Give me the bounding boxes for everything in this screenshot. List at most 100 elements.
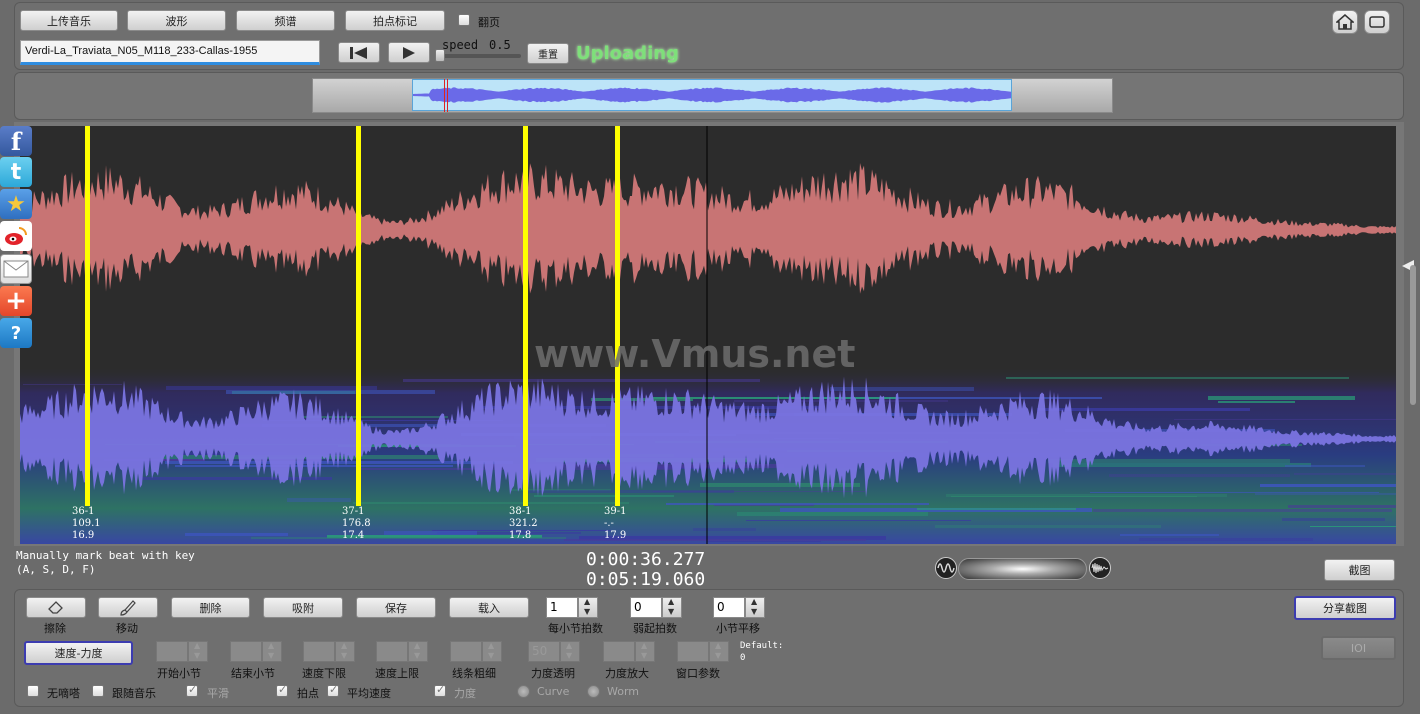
speed-max-stepper[interactable]	[376, 641, 428, 662]
share-screenshot-button[interactable]: 分享截图	[1294, 596, 1396, 620]
skip-back-button[interactable]	[338, 42, 380, 63]
line-width-label: 线条粗细	[452, 667, 496, 680]
mail-button[interactable]	[0, 254, 32, 284]
skip-back-icon	[350, 46, 367, 59]
beat-label-time: 17.9	[604, 530, 627, 541]
zoom-slider[interactable]	[958, 558, 1087, 580]
speed-max-value[interactable]	[376, 641, 408, 662]
speed-max-arrows[interactable]	[408, 641, 428, 662]
beat-label-bar: 36-1	[72, 506, 95, 517]
main-display[interactable]: www.Vmus.net 36-1 109.1 16.9 37-1 176.8 …	[20, 126, 1396, 544]
start-bar-value[interactable]	[156, 641, 188, 662]
smooth-checkbox[interactable]	[186, 683, 198, 697]
speed-dynamics-button[interactable]: 速度-力度	[24, 641, 133, 665]
speed-min-stepper[interactable]	[303, 641, 355, 662]
end-bar-value[interactable]	[230, 641, 262, 662]
bar-offset-value[interactable]: 0	[713, 597, 745, 618]
beat-line[interactable]	[356, 126, 361, 506]
beat-line[interactable]	[85, 126, 90, 506]
spectrogram-streak	[666, 503, 929, 505]
pickup-value[interactable]: 0	[630, 597, 662, 618]
beats-per-bar-label: 每小节拍数	[548, 622, 603, 635]
window-param-arrows[interactable]	[709, 641, 729, 662]
spectrogram-streak	[287, 498, 351, 502]
weibo-button[interactable]	[0, 221, 32, 251]
twitter-button[interactable]: t	[0, 157, 32, 187]
end-bar-arrows[interactable]	[262, 641, 282, 662]
erase-button[interactable]	[26, 597, 86, 618]
home-button[interactable]	[1332, 10, 1358, 34]
dynamics-zoom-arrows[interactable]	[635, 641, 655, 662]
beat-label-bar: 39-1	[604, 506, 627, 517]
dynamics-opacity-stepper[interactable]: 50	[528, 641, 580, 662]
window-param-value[interactable]	[677, 641, 709, 662]
beats-per-bar-stepper[interactable]: 1	[546, 597, 598, 618]
waveform-button[interactable]: 波形	[127, 10, 226, 31]
zoom-in-button[interactable]	[1089, 557, 1111, 579]
end-bar-stepper[interactable]	[230, 641, 282, 662]
dynamics-opacity-arrows[interactable]	[560, 641, 580, 662]
worm-radio[interactable]	[587, 685, 600, 698]
line-width-arrows[interactable]	[482, 641, 502, 662]
move-button[interactable]	[98, 597, 158, 618]
beat-label-bar: 38-1	[509, 506, 532, 517]
play-button[interactable]	[388, 42, 430, 63]
load-button[interactable]: 载入	[449, 597, 529, 618]
worm-label: Worm	[607, 685, 640, 698]
help-button[interactable]: ?	[0, 318, 32, 348]
add-icon: +	[5, 286, 27, 316]
right-scrollbar[interactable]	[1410, 265, 1416, 405]
delete-button[interactable]: 删除	[171, 597, 250, 618]
upload-music-button[interactable]: 上传音乐	[20, 10, 118, 31]
beat-line[interactable]	[615, 126, 620, 506]
beat-line[interactable]	[523, 126, 528, 506]
add-button[interactable]: +	[0, 286, 32, 316]
window-param-stepper[interactable]	[677, 641, 729, 662]
snap-button[interactable]: 吸附	[263, 597, 343, 618]
avg-speed-checkbox[interactable]	[327, 683, 339, 697]
fullscreen-button[interactable]	[1364, 10, 1390, 34]
beats-per-bar-arrows[interactable]	[578, 597, 598, 618]
window-param-label: 窗口参数	[676, 667, 720, 680]
start-bar-arrows[interactable]	[188, 641, 208, 662]
line-width-stepper[interactable]	[450, 641, 502, 662]
page-flip-checkbox[interactable]	[458, 14, 470, 26]
spectrogram-streak	[707, 541, 821, 542]
dynamics-zoom-value[interactable]	[603, 641, 635, 662]
follow-music-checkbox[interactable]	[92, 685, 104, 697]
dynamics-zoom-stepper[interactable]	[603, 641, 655, 662]
spectrum-button[interactable]: 频谱	[236, 10, 335, 31]
line-width-value[interactable]	[450, 641, 482, 662]
pickup-label: 弱起拍数	[633, 622, 677, 635]
overview-playhead[interactable]	[444, 79, 448, 112]
facebook-button[interactable]: f	[0, 126, 32, 156]
overview-waveform	[413, 87, 1011, 103]
speed-slider-handle[interactable]	[435, 49, 445, 62]
screenshot-button[interactable]: 截图	[1324, 559, 1395, 581]
track-title-field[interactable]: Verdi-La_Traviata_N05_M118_233-Callas-19…	[20, 40, 320, 65]
start-bar-stepper[interactable]	[156, 641, 208, 662]
bar-offset-stepper[interactable]: 0	[713, 597, 765, 618]
beats-per-bar-value[interactable]: 1	[546, 597, 578, 618]
beat-mark-button[interactable]: 拍点标记	[345, 10, 445, 31]
zoom-out-button[interactable]	[935, 557, 957, 579]
pickup-arrows[interactable]	[662, 597, 682, 618]
beat-label-3: 39-1 -.- 17.9	[604, 506, 626, 542]
speed-slider-track[interactable]	[437, 54, 521, 58]
dynamics-opacity-value[interactable]: 50	[528, 641, 560, 662]
bar-offset-arrows[interactable]	[745, 597, 765, 618]
reset-button[interactable]: 重置	[527, 43, 569, 64]
beat-point-checkbox[interactable]	[276, 683, 288, 697]
no-click-checkbox[interactable]	[27, 685, 39, 697]
favorite-button[interactable]: ★	[0, 189, 32, 219]
save-button[interactable]: 保存	[356, 597, 436, 618]
ioi-button[interactable]: IOI	[1321, 636, 1396, 660]
speed-min-arrows[interactable]	[335, 641, 355, 662]
spectrogram-streak	[1109, 474, 1290, 477]
curve-radio[interactable]	[517, 685, 530, 698]
speed-min-value[interactable]	[303, 641, 335, 662]
spectrogram-streak	[1282, 518, 1385, 521]
total-time: 0:05:19.060	[586, 569, 706, 590]
pickup-stepper[interactable]: 0	[630, 597, 682, 618]
dynamics-checkbox[interactable]	[434, 683, 446, 697]
